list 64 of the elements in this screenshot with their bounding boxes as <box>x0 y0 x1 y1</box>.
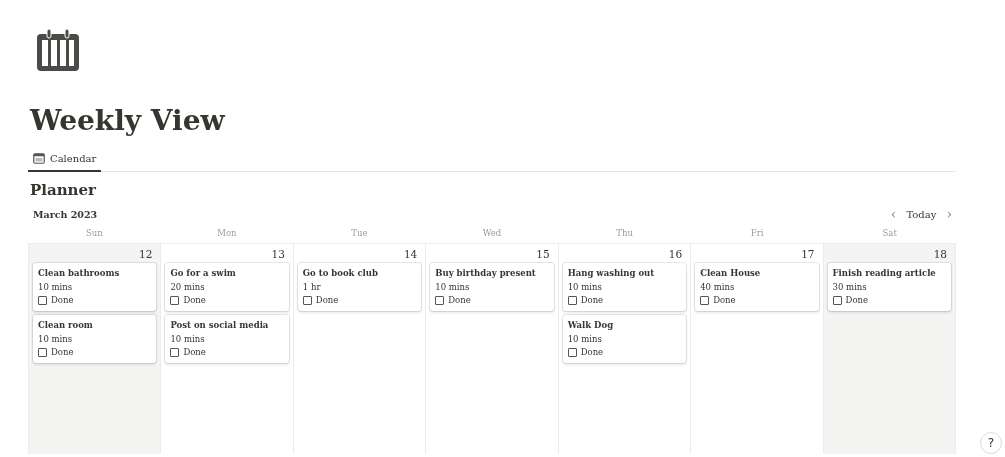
weekday-label: Mon <box>217 228 237 238</box>
event-title: Hang washing out <box>567 267 656 280</box>
help-button[interactable]: ? <box>980 432 1002 454</box>
event-title: Finish reading article <box>832 267 937 280</box>
weekday-label: Thu <box>616 228 633 238</box>
calendar-title: Planner <box>30 180 97 200</box>
weekday-label: Wed <box>482 228 502 238</box>
event-title: Go for a swim <box>170 267 237 280</box>
event-card[interactable]: Go for a swim 20 mins Done <box>165 263 289 311</box>
page-title: Weekly View <box>30 103 227 139</box>
event-title: Buy birthday present <box>435 267 537 280</box>
view-tab[interactable]: Calendar <box>28 149 102 172</box>
date-number: 16 <box>668 248 683 260</box>
event-card[interactable]: Go to book club 1 hr Done <box>297 263 422 311</box>
calendar-icon <box>33 153 45 164</box>
date-number: 18 <box>933 248 947 260</box>
event-card[interactable]: Clean House 40 mins Done <box>695 263 819 311</box>
event-duration: 20 mins <box>170 281 206 294</box>
weekday-label: Sun <box>85 228 103 238</box>
month-label: March 2023 <box>33 208 98 220</box>
event-duration: 10 mins <box>38 281 74 294</box>
event-card[interactable]: Post on social media 10 mins Done <box>165 315 289 363</box>
date-number: 14 <box>403 248 418 260</box>
event-title: Clean room <box>38 319 94 332</box>
date-number: 15 <box>536 248 550 260</box>
done-checkbox[interactable]: Done <box>170 294 284 307</box>
event-card[interactable]: Walk Dog 10 mins Done <box>562 315 687 363</box>
date-number: 12 <box>139 248 153 260</box>
event-duration: 10 mins <box>38 333 74 346</box>
weekday-label: Fri <box>750 228 764 238</box>
event-card[interactable]: Clean room 10 mins Done <box>33 315 157 363</box>
done-checkbox[interactable]: Done <box>435 294 549 307</box>
calendar-icon <box>36 28 80 72</box>
done-checkbox[interactable]: Done <box>302 294 417 307</box>
done-checkbox[interactable]: Done <box>38 294 152 307</box>
event-duration: 10 mins <box>567 281 603 294</box>
done-checkbox[interactable]: Done <box>170 346 284 359</box>
event-title: Clean House <box>700 267 762 280</box>
event-card[interactable]: Clean bathrooms 10 mins Done <box>33 263 157 311</box>
event-title: Clean bathrooms <box>38 267 121 280</box>
event-duration: 10 mins <box>567 333 603 346</box>
date-number: 13 <box>271 248 285 260</box>
event-title: Go to book club <box>302 267 379 280</box>
date-number: 17 <box>801 248 815 260</box>
event-card[interactable]: Buy birthday present 10 mins Done <box>430 263 554 311</box>
weekday-label: Sat <box>882 228 897 238</box>
weekday-label: Tue <box>351 228 368 238</box>
event-title: Walk Dog <box>567 319 615 332</box>
next-button[interactable]: › <box>942 206 956 222</box>
previous-button[interactable]: ‹ <box>886 206 901 222</box>
event-duration: 10 mins <box>435 281 471 294</box>
event-duration: 40 mins <box>700 281 736 294</box>
done-checkbox[interactable]: Done <box>38 346 152 359</box>
event-duration: 1 hr <box>302 281 322 294</box>
event-duration: 10 mins <box>170 333 206 346</box>
event-card[interactable]: Hang washing out 10 mins Done <box>562 263 687 311</box>
done-checkbox[interactable]: Done <box>567 346 682 359</box>
today-button[interactable]: Today <box>902 206 941 222</box>
done-checkbox[interactable]: Done <box>567 294 682 307</box>
event-card[interactable]: Finish reading article 30 mins Done <box>827 263 951 311</box>
done-checkbox[interactable]: Done <box>700 294 814 307</box>
event-title: Post on social media <box>170 319 270 332</box>
event-duration: 30 mins <box>832 281 868 294</box>
done-checkbox[interactable]: Done <box>832 294 946 307</box>
